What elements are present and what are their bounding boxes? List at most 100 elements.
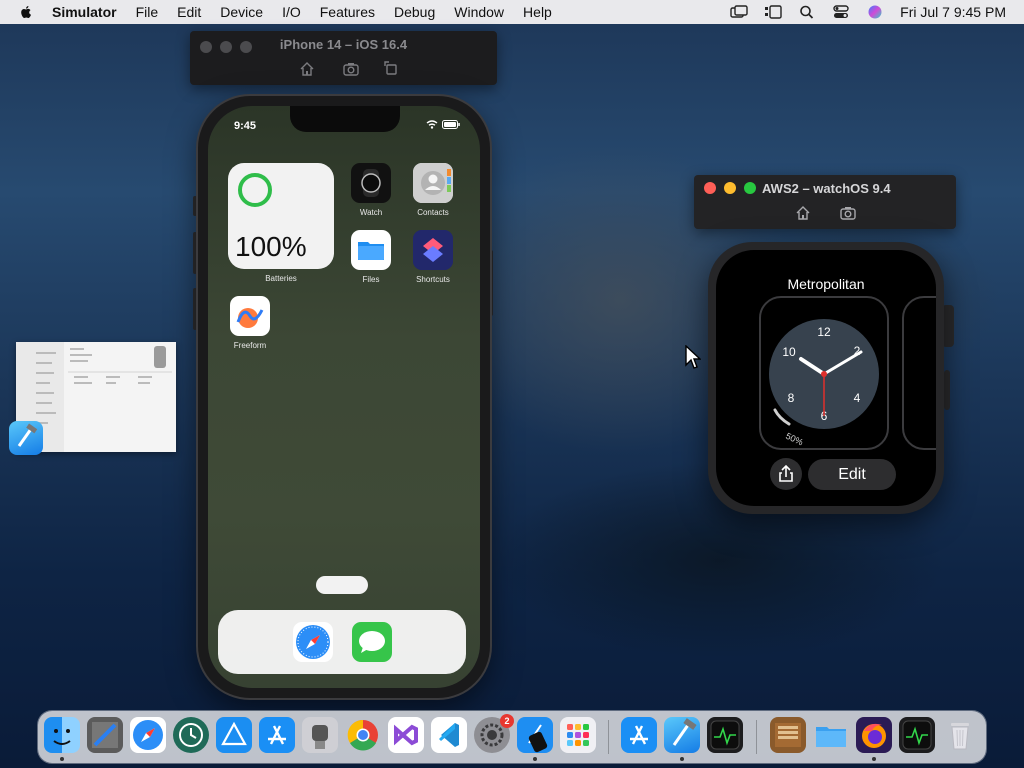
iphone-home-screen[interactable]: 9:45 100% Batteries Watch Contacts Files… xyxy=(208,106,480,688)
home-icon[interactable] xyxy=(299,61,315,77)
dial-number-12: 12 xyxy=(817,325,831,339)
watch-face-name: Metropolitan xyxy=(787,276,865,292)
xcode-instruments-icon[interactable] xyxy=(87,717,123,753)
iphone-device: 9:45 100% Batteries Watch Contacts Files… xyxy=(198,96,490,698)
launchpad-icon[interactable] xyxy=(560,717,596,753)
watch-zoom-button[interactable] xyxy=(744,182,756,194)
iphone-dock xyxy=(218,610,466,674)
batteries-widget[interactable]: 100% xyxy=(228,163,334,269)
dock-separator xyxy=(608,720,609,754)
wifi-icon xyxy=(426,120,438,129)
menu-clock[interactable]: Fri Jul 7 9:45 PM xyxy=(900,4,1006,20)
firefox-running-indicator xyxy=(872,757,876,761)
watch-side-button[interactable] xyxy=(944,370,950,410)
watch-close-button[interactable] xyxy=(704,182,716,194)
menu-app-simulator[interactable]: Simulator xyxy=(52,4,117,20)
freeform-app-icon[interactable] xyxy=(230,296,270,336)
menu-device[interactable]: Device xyxy=(220,4,263,20)
settings-update-badge: 2 xyxy=(500,714,514,728)
archive-utility-icon[interactable] xyxy=(770,717,806,753)
battery-complication: 50% xyxy=(784,431,805,448)
edit-face-button[interactable]: Edit xyxy=(808,459,896,490)
files-app-icon[interactable] xyxy=(351,230,391,270)
dial-number-10: 10 xyxy=(782,345,796,359)
menu-help[interactable]: Help xyxy=(523,4,552,20)
contacts-app-icon[interactable] xyxy=(413,163,453,203)
dial-number-8: 8 xyxy=(788,391,795,405)
watch-home-icon[interactable] xyxy=(795,205,811,221)
dynamic-notch xyxy=(290,106,400,132)
simulator-running-indicator xyxy=(533,757,537,761)
status-indicators xyxy=(426,120,460,129)
watch-face-preview[interactable]: 12 2 4 6 8 10 50% xyxy=(759,296,889,450)
app-store-icon-2[interactable] xyxy=(621,717,657,753)
watch-app-icon[interactable] xyxy=(351,163,391,203)
share-button[interactable] xyxy=(770,458,802,490)
files-app-label: Files xyxy=(362,275,380,284)
status-time: 9:45 xyxy=(234,120,257,132)
xcode-icon[interactable] xyxy=(664,717,700,753)
iphone-window-title: iPhone 14 – iOS 16.4 xyxy=(279,37,408,52)
widget-label: Batteries xyxy=(265,274,297,283)
safari-app-icon[interactable] xyxy=(293,622,333,662)
shortcuts-app-icon[interactable] xyxy=(413,230,453,270)
battery-percentage: 100% xyxy=(235,231,307,262)
activity-monitor-icon-2[interactable] xyxy=(899,717,935,753)
watch-window-title: AWS2 – watchOS 9.4 xyxy=(762,181,891,196)
messages-app-icon[interactable] xyxy=(352,622,392,662)
vscode-icon[interactable] xyxy=(431,717,467,753)
screen-mirroring-icon[interactable] xyxy=(730,5,748,19)
firefox-icon[interactable] xyxy=(856,717,892,753)
xcode-sdk-icon[interactable] xyxy=(216,717,252,753)
visual-studio-icon[interactable] xyxy=(388,717,424,753)
menu-window[interactable]: Window xyxy=(454,4,504,20)
control-center-icon[interactable] xyxy=(832,5,850,19)
watch-simulator-titlebar[interactable]: AWS2 – watchOS 9.4 xyxy=(694,175,956,229)
trash-icon[interactable] xyxy=(942,717,978,753)
time-machine-icon[interactable] xyxy=(173,717,209,753)
automator-icon[interactable] xyxy=(302,717,338,753)
menu-file[interactable]: File xyxy=(136,4,159,20)
apple-menu-icon[interactable] xyxy=(18,4,34,20)
iphone-volume-down xyxy=(193,288,197,330)
finder-icon[interactable] xyxy=(44,717,80,753)
watch-window-controls xyxy=(704,182,756,194)
downloads-folder-icon[interactable] xyxy=(813,717,849,753)
menu-features[interactable]: Features xyxy=(320,4,375,20)
xcode-running-indicator xyxy=(680,757,684,761)
siri-icon[interactable] xyxy=(866,5,884,19)
menu-edit[interactable]: Edit xyxy=(177,4,201,20)
page-indicator-pill[interactable] xyxy=(316,576,368,594)
macos-dock: 2 xyxy=(38,711,986,763)
menu-io[interactable]: I/O xyxy=(282,4,301,20)
dial-number-4: 4 xyxy=(854,391,861,405)
rotate-icon[interactable] xyxy=(383,60,399,76)
iphone-side-button xyxy=(193,196,197,216)
finder-running-indicator xyxy=(60,757,64,761)
status-area: Fri Jul 7 9:45 PM xyxy=(730,0,1006,24)
stage-manager-icon[interactable] xyxy=(764,5,782,19)
watch-app-label: Watch xyxy=(359,208,383,217)
activity-monitor-icon[interactable] xyxy=(707,717,743,753)
apple-watch-device: Metropolitan 12 2 4 6 8 10 50% xyxy=(708,242,944,514)
menu-debug[interactable]: Debug xyxy=(394,4,435,20)
share-icon xyxy=(779,464,793,482)
xcode-simulator-icon[interactable] xyxy=(517,717,553,753)
mouse-cursor xyxy=(685,345,701,369)
watch-face-gallery[interactable]: Metropolitan 12 2 4 6 8 10 50% xyxy=(716,250,936,506)
spotlight-search-icon[interactable] xyxy=(798,5,816,19)
chrome-icon[interactable] xyxy=(345,717,381,753)
app-store-icon[interactable] xyxy=(259,717,295,753)
next-face-preview[interactable] xyxy=(902,296,936,450)
dock-separator-2 xyxy=(756,720,757,754)
battery-icon xyxy=(442,120,460,129)
screenshot-icon[interactable] xyxy=(343,61,359,77)
xcode-thumbnail-badge-icon xyxy=(9,421,43,455)
metropolitan-clock-face: 12 2 4 6 8 10 50% xyxy=(769,319,879,448)
watch-screenshot-icon[interactable] xyxy=(840,205,856,221)
iphone-simulator-titlebar[interactable]: iPhone 14 – iOS 16.4 xyxy=(190,31,497,85)
watch-minimize-button[interactable] xyxy=(724,182,736,194)
safari-icon[interactable] xyxy=(130,717,166,753)
iphone-volume-up xyxy=(193,232,197,274)
contacts-app-label: Contacts xyxy=(417,208,449,217)
